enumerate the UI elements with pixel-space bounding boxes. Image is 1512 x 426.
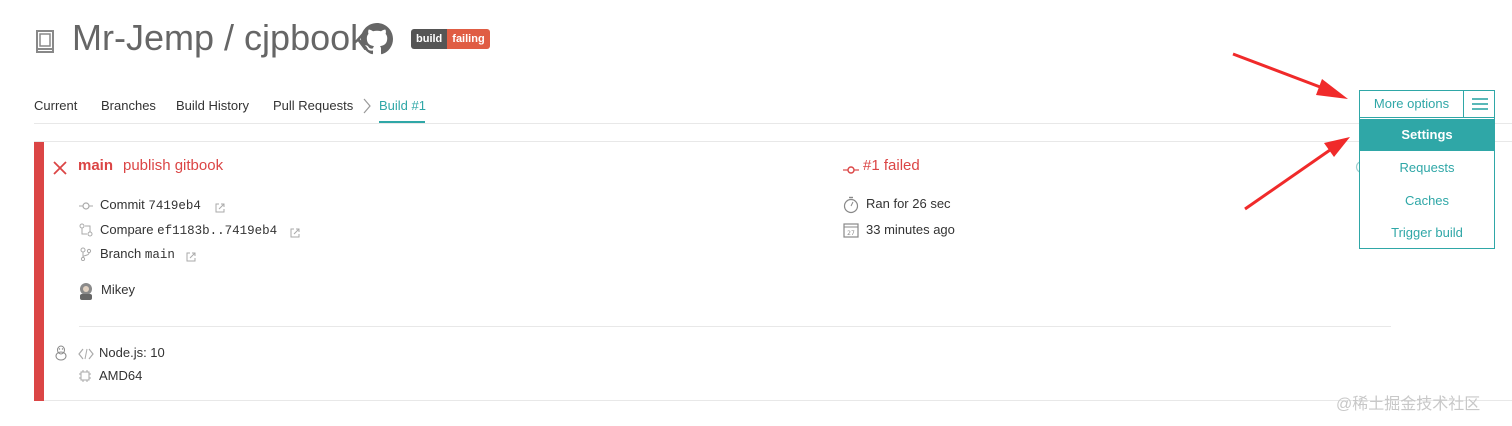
arrow-to-settings	[1244, 137, 1350, 211]
arrow-to-more-options	[1232, 52, 1348, 99]
watermark: @稀土掘金技术社区	[1336, 396, 1481, 413]
annotation-arrows	[1232, 52, 1350, 211]
